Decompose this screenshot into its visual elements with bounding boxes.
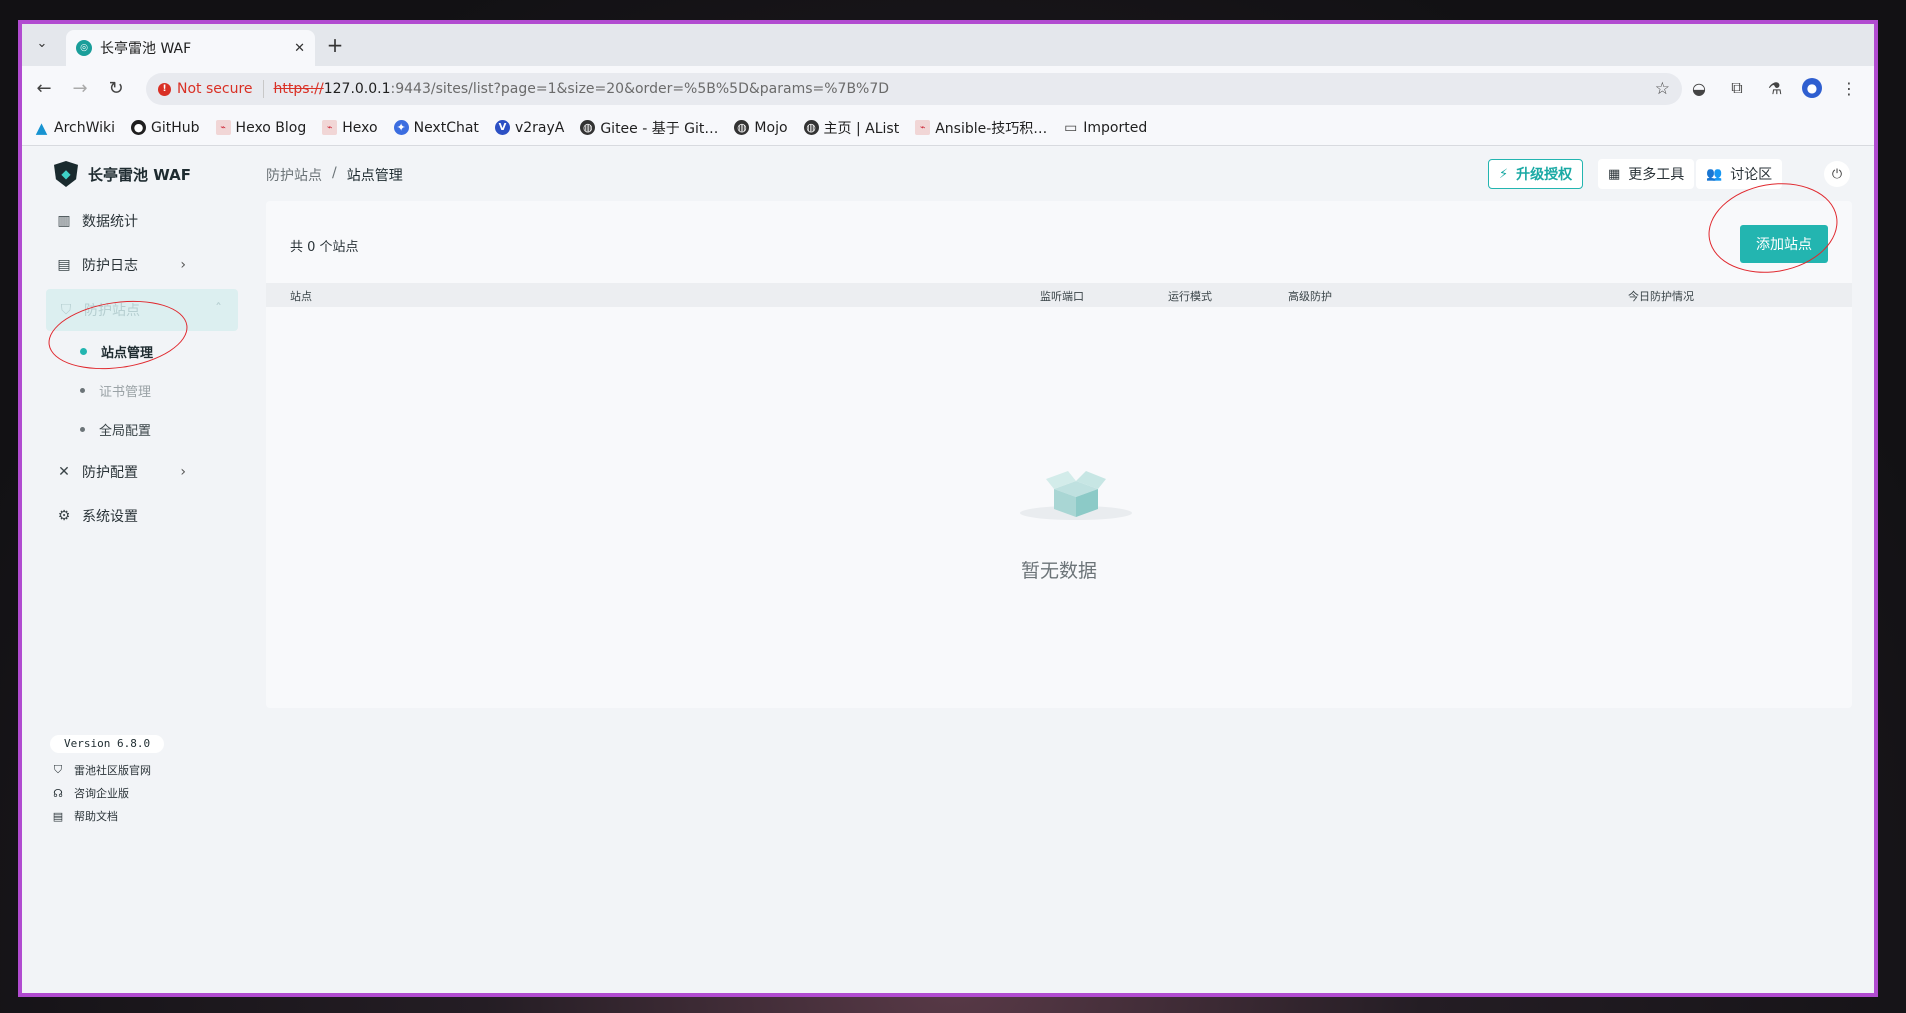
address-bar[interactable]: ! Not secure https:// 127.0.0.1 :9443/si… (146, 73, 1682, 105)
bookmark-ansible[interactable]: ⌁ Ansible-技巧积… (915, 118, 1047, 138)
shield-logo-icon: ⛉ (53, 763, 63, 776)
sidebar-item-logs[interactable]: ▤ 防护日志 › (44, 244, 202, 286)
bookmark-v2raya[interactable]: Vv2rayA (494, 120, 564, 136)
column-advanced-protection: 高级防护 (1288, 290, 1332, 303)
globe-icon: ◍ (734, 120, 750, 135)
toolbar-icons: ◒ ⧉ ⚗ ● ⋮ (1688, 66, 1874, 110)
v2raya-logo-icon: V (494, 120, 510, 135)
globe-icon: ◍ (803, 120, 819, 135)
browser-tab[interactable]: ◎ 长亭雷池 WAF ✕ (66, 30, 315, 66)
waf-app: ◆ 长亭雷池 WAF ▥ 数据统计 ▤ 防护日志 › ⛉ 防护站点 ˆ 站点管理 (22, 147, 1874, 993)
bookmarks-bar: ▲ ArchWiki ● GitHub ⌁ Hexo Blog ⌁ Hexo ✦ Next… (22, 110, 1874, 146)
ansible-favicon-icon: ⌁ (915, 120, 931, 135)
bookmark-github[interactable]: ● GitHub (131, 120, 200, 136)
warning-icon: ! (158, 82, 171, 96)
hexo-favicon-icon: ⌁ (215, 120, 231, 135)
profile-avatar-icon[interactable]: ● (1802, 78, 1822, 98)
bookmark-mojo[interactable]: ◍ Mojo (734, 120, 788, 136)
sidebar-subitem-global-config[interactable]: 全局配置 (80, 420, 151, 439)
forward-icon[interactable]: → (66, 74, 94, 102)
incognito-glasses-icon[interactable]: ◒ (1688, 77, 1710, 99)
more-tools-button[interactable]: ▦ 更多工具 (1598, 159, 1695, 189)
chevron-up-icon: ˆ (215, 302, 222, 318)
waf-favicon-icon: ◎ (76, 40, 92, 56)
sidebar-item-stats[interactable]: ▥ 数据统计 (44, 200, 202, 242)
chevron-right-icon: › (180, 464, 186, 480)
empty-state-text: 暂无数据 (1020, 560, 1097, 582)
column-run-mode: 运行模式 (1168, 290, 1212, 303)
brand-name: 长亭雷池 WAF (88, 165, 191, 184)
breadcrumb: 防护站点 / 站点管理 (266, 165, 403, 185)
empty-box-icon (1020, 471, 1132, 520)
shield-logo-icon: ◆ (54, 161, 78, 187)
log-document-icon: ▤ (57, 257, 71, 273)
url-host: 127.0.0.1 (323, 81, 391, 97)
sites-card: 共 0 个站点 添加站点 站点 监听端口 运行模式 高级防护 今日防护情况 暂无… (266, 201, 1852, 708)
community-site-link[interactable]: ⛉ 雷池社区版官网 (52, 762, 151, 778)
breadcrumb-separator: / (332, 165, 337, 181)
folder-icon: ▭ (1064, 119, 1078, 136)
url-path: :9443/sites/list?page=1&size=20&order=%5… (390, 81, 890, 97)
gear-icon: ⚙ (57, 508, 71, 524)
sidebar-item-sites[interactable]: ⛉ 防护站点 ˆ (46, 289, 238, 331)
tab-strip: ⌄ ◎ 长亭雷池 WAF ✕ + (22, 24, 1874, 66)
enterprise-consult-link[interactable]: ☊ 咨询企业版 (52, 785, 129, 801)
bar-chart-icon: ▥ (57, 213, 71, 229)
sidebar-subitem-cert-manage[interactable]: 证书管理 (80, 381, 151, 400)
labs-flask-icon[interactable]: ⚗ (1764, 77, 1786, 99)
reload-icon[interactable]: ↻ (102, 74, 130, 102)
browser-window: ⌄ ◎ 长亭雷池 WAF ✕ + ← → ↻ ! Not secure http… (18, 20, 1878, 997)
browser-toolbar: ← → ↻ ! Not secure https:// 127.0.0.1 :9… (22, 66, 1874, 110)
tab-list-chevron-icon[interactable]: ⌄ (32, 36, 52, 56)
headset-icon: ☊ (53, 786, 63, 800)
upgrade-license-button[interactable]: ⚡ 升级授权 (1488, 159, 1584, 189)
bookmark-archwiki[interactable]: ▲ ArchWiki (34, 118, 115, 137)
brand[interactable]: ◆ 长亭雷池 WAF (54, 161, 191, 187)
version-badge: Version 6.8.0 (50, 735, 165, 753)
users-icon: 👥 (1706, 166, 1723, 182)
arch-logo-icon: ▲ (35, 118, 48, 137)
bookmark-nextchat[interactable]: ✦ NextChat (393, 120, 479, 136)
bookmark-hexo[interactable]: ⌁ Hexo (322, 120, 378, 136)
close-tab-icon[interactable]: ✕ (294, 41, 305, 56)
extensions-puzzle-icon[interactable]: ⧉ (1726, 77, 1748, 99)
not-secure-label[interactable]: Not secure (177, 81, 253, 97)
table-header: 站点 监听端口 运行模式 高级防护 今日防护情况 (266, 283, 1852, 307)
menu-kebab-icon[interactable]: ⋮ (1838, 77, 1860, 99)
hexo-favicon-icon: ⌁ (322, 120, 338, 135)
help-docs-link[interactable]: ▤ 帮助文档 (52, 808, 118, 824)
grid-icon: ▦ (1608, 166, 1621, 182)
column-today-protection: 今日防护情况 (1628, 290, 1694, 303)
lightning-diamond-icon: ⚡ (1499, 166, 1509, 182)
sidebar: ◆ 长亭雷池 WAF ▥ 数据统计 ▤ 防护日志 › ⛉ 防护站点 ˆ 站点管理 (22, 147, 238, 993)
bookmark-alist[interactable]: ◍ 主页 | AList (803, 118, 899, 138)
sidebar-item-system-settings[interactable]: ⚙ 系统设置 (44, 495, 202, 537)
breadcrumb-parent[interactable]: 防护站点 (266, 165, 322, 185)
github-logo-icon: ● (131, 120, 147, 135)
new-tab-button[interactable]: + (322, 32, 348, 58)
forum-button[interactable]: 👥 讨论区 (1696, 159, 1783, 189)
site-count: 共 0 个站点 (290, 240, 359, 255)
tools-icon: ✕ (58, 464, 70, 480)
shield-check-icon: ⛉ (60, 302, 72, 318)
add-site-button[interactable]: 添加站点 (1740, 225, 1828, 263)
logout-icon[interactable]: ⏻ (1824, 161, 1850, 187)
breadcrumb-current: 站点管理 (346, 168, 403, 184)
column-listen-port: 监听端口 (1040, 290, 1084, 303)
bookmark-star-icon[interactable]: ☆ (1655, 79, 1670, 99)
back-icon[interactable]: ← (30, 74, 58, 102)
document-icon: ▤ (52, 809, 64, 823)
column-site: 站点 (290, 290, 312, 303)
url-scheme: https:// (273, 81, 324, 97)
sidebar-item-protect-config[interactable]: ✕ 防护配置 › (44, 451, 202, 493)
nextchat-logo-icon: ✦ (393, 120, 409, 135)
bookmark-folder-imported[interactable]: ▭ Imported (1063, 120, 1147, 136)
globe-icon: ◍ (580, 120, 596, 135)
bookmark-hexo-blog[interactable]: ⌁ Hexo Blog (215, 120, 306, 136)
tab-title: 长亭雷池 WAF (100, 41, 192, 57)
bookmark-gitee[interactable]: ◍ Gitee - 基于 Git… (580, 118, 718, 138)
chevron-right-icon: › (180, 257, 186, 273)
sidebar-subitem-site-manage[interactable]: 站点管理 (80, 342, 153, 361)
